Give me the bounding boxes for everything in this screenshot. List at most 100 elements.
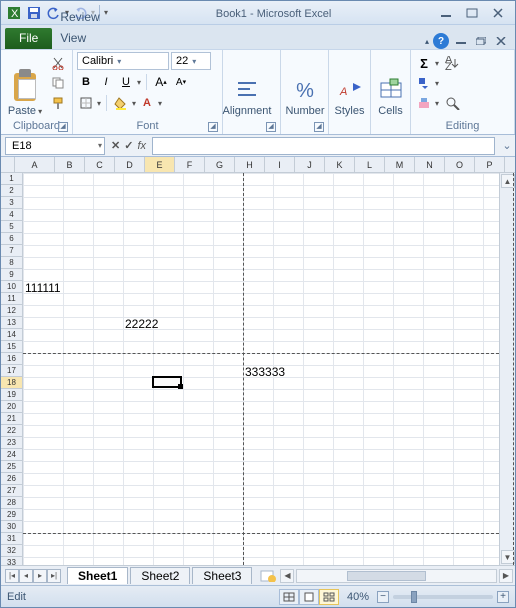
font-color-dropdown-icon[interactable]: ▾ [158, 99, 162, 108]
shrink-font-button[interactable]: A▾ [172, 73, 190, 91]
row-header[interactable]: 33 [1, 557, 22, 565]
row-header[interactable]: 13 [1, 317, 22, 329]
page-break-vertical[interactable] [513, 173, 514, 565]
sort-filter-button[interactable]: AZ [443, 54, 465, 72]
copy-button[interactable] [49, 74, 67, 92]
redo-button[interactable] [71, 4, 89, 22]
dialog-launcher-icon[interactable]: ◢ [58, 122, 68, 132]
column-header[interactable]: G [205, 157, 235, 172]
row-header[interactable]: 16 [1, 353, 22, 365]
number-button[interactable]: % Number [285, 52, 325, 118]
ribbon-minimize-icon[interactable]: ▴ [425, 37, 429, 46]
column-header[interactable]: K [325, 157, 355, 172]
clear-button[interactable] [415, 94, 433, 112]
file-tab[interactable]: File [5, 28, 52, 49]
row-header[interactable]: 23 [1, 437, 22, 449]
tab-scroll-first-icon[interactable]: |◂ [5, 569, 19, 583]
clear-dropdown-icon[interactable]: ▾ [435, 99, 439, 108]
page-break-horizontal[interactable] [23, 533, 499, 534]
row-header[interactable]: 20 [1, 401, 22, 413]
column-header[interactable]: N [415, 157, 445, 172]
row-header[interactable]: 28 [1, 497, 22, 509]
fill-color-dropdown-icon[interactable]: ▾ [132, 99, 136, 108]
row-header[interactable]: 1 [1, 173, 22, 185]
column-header[interactable]: D [115, 157, 145, 172]
italic-button[interactable]: I [97, 73, 115, 91]
column-header[interactable]: O [445, 157, 475, 172]
formula-bar-expand-icon[interactable]: ⌄ [499, 139, 515, 152]
cell-area[interactable]: 11111122222333333 [23, 173, 499, 565]
row-header[interactable]: 27 [1, 485, 22, 497]
grow-font-button[interactable]: A▴ [152, 73, 170, 91]
row-header[interactable]: 8 [1, 257, 22, 269]
row-header[interactable]: 18 [1, 377, 22, 389]
row-header[interactable]: 26 [1, 473, 22, 485]
column-header[interactable]: J [295, 157, 325, 172]
find-select-button[interactable] [443, 94, 465, 112]
row-header[interactable]: 14 [1, 329, 22, 341]
column-header[interactable]: P [475, 157, 505, 172]
workbook-restore-icon[interactable] [473, 33, 489, 49]
row-header[interactable]: 29 [1, 509, 22, 521]
tab-data[interactable]: Data [52, 0, 135, 7]
sheet-tab[interactable]: Sheet2 [130, 567, 190, 584]
column-header[interactable]: F [175, 157, 205, 172]
row-header[interactable]: 12 [1, 305, 22, 317]
page-break-vertical[interactable] [243, 173, 244, 565]
paste-button[interactable]: Paste▾ [5, 52, 45, 118]
fill-dropdown-icon[interactable]: ▾ [435, 79, 439, 88]
column-header[interactable]: H [235, 157, 265, 172]
cells-button[interactable]: Cells [375, 52, 406, 118]
font-color-button[interactable]: A [138, 94, 156, 112]
scroll-right-icon[interactable]: ▶ [499, 569, 513, 583]
row-header[interactable]: 15 [1, 341, 22, 353]
row-header[interactable]: 2 [1, 185, 22, 197]
fx-icon[interactable]: fx [137, 140, 146, 152]
dialog-launcher-icon[interactable]: ◢ [208, 122, 218, 132]
excel-app-icon[interactable]: X [5, 4, 23, 22]
active-cell[interactable] [152, 376, 182, 388]
dialog-launcher-icon[interactable]: ◢ [266, 122, 276, 132]
scroll-left-icon[interactable]: ◀ [280, 569, 294, 583]
zoom-track[interactable] [393, 595, 493, 599]
font-name-combo[interactable]: Calibri▾ [77, 52, 169, 70]
format-painter-button[interactable] [49, 94, 67, 112]
select-all-corner[interactable] [1, 157, 15, 172]
minimize-button[interactable] [435, 5, 457, 21]
workbook-close-icon[interactable] [493, 33, 509, 49]
fill-color-button[interactable] [112, 94, 130, 112]
sheet-tab[interactable]: Sheet1 [67, 567, 128, 584]
autosum-dropdown-icon[interactable]: ▾ [435, 59, 439, 68]
fill-button[interactable] [415, 74, 433, 92]
dialog-launcher-icon[interactable]: ◢ [314, 122, 324, 132]
sheet-tab[interactable]: Sheet3 [192, 567, 252, 584]
normal-view-button[interactable] [279, 589, 299, 605]
new-sheet-button[interactable] [258, 569, 278, 583]
underline-button[interactable]: U [117, 73, 135, 91]
tab-scroll-last-icon[interactable]: ▸| [47, 569, 61, 583]
column-header[interactable]: L [355, 157, 385, 172]
cancel-icon[interactable]: ✕ [111, 139, 120, 152]
page-layout-view-button[interactable] [299, 589, 319, 605]
page-break-horizontal[interactable] [23, 353, 499, 354]
row-header[interactable]: 5 [1, 221, 22, 233]
column-header[interactable]: B [55, 157, 85, 172]
enter-icon[interactable]: ✓ [124, 139, 133, 152]
cut-button[interactable] [49, 54, 67, 72]
row-header[interactable]: 11 [1, 293, 22, 305]
row-header[interactable]: 22 [1, 425, 22, 437]
row-header[interactable]: 3 [1, 197, 22, 209]
underline-dropdown-icon[interactable]: ▾ [137, 78, 141, 87]
close-button[interactable] [487, 5, 509, 21]
row-header[interactable]: 31 [1, 533, 22, 545]
zoom-out-button[interactable]: − [377, 591, 389, 603]
tab-view[interactable]: View [52, 28, 135, 49]
row-header[interactable]: 17 [1, 365, 22, 377]
row-header[interactable]: 9 [1, 269, 22, 281]
column-header[interactable]: E [145, 157, 175, 172]
name-box[interactable]: E18▾ [5, 137, 105, 155]
tab-scroll-next-icon[interactable]: ▸ [33, 569, 47, 583]
column-header[interactable]: M [385, 157, 415, 172]
row-header[interactable]: 24 [1, 449, 22, 461]
workbook-minimize-icon[interactable] [453, 33, 469, 49]
